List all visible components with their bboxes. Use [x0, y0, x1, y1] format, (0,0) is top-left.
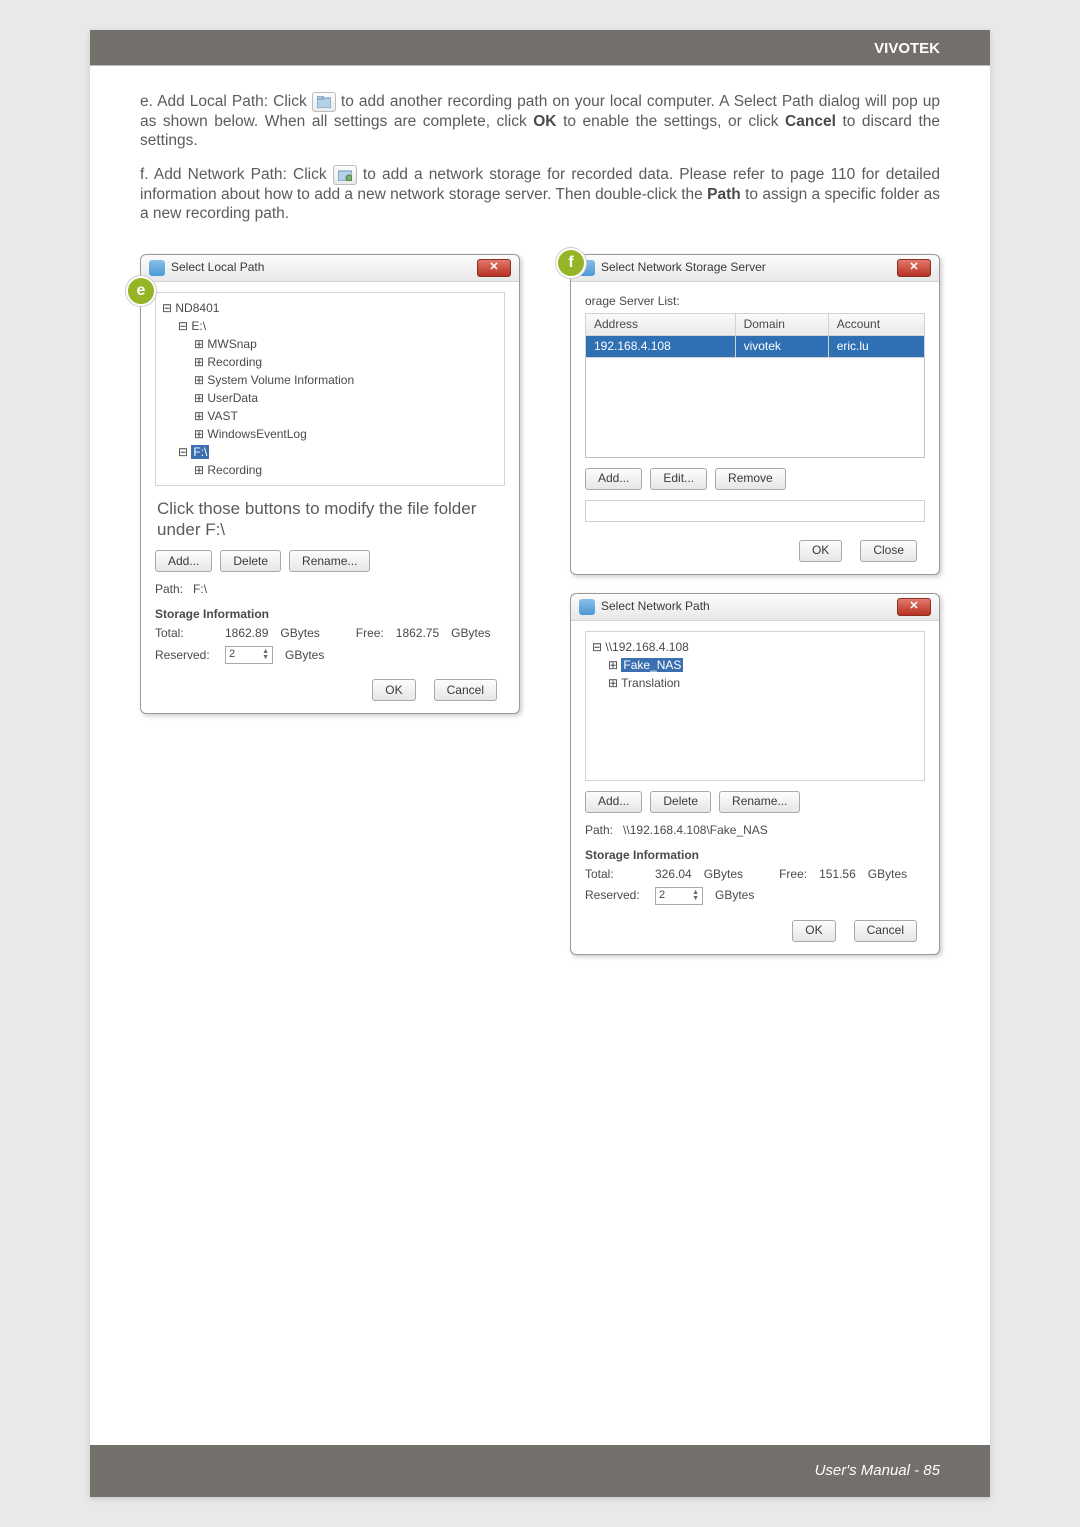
reserved-value: 2 [229, 648, 235, 662]
storage-info-title: Storage Information [155, 607, 505, 622]
dialog-title: Select Local Path [171, 260, 264, 275]
callout-e: e [126, 276, 156, 306]
rename-button[interactable]: Rename... [289, 550, 370, 572]
stepper-arrows-icon[interactable]: ▲▼ [692, 890, 699, 902]
dialog-title: Select Network Path [601, 599, 710, 614]
server-list-label: orage Server List: [585, 292, 925, 313]
reserved-label: Reserved: [585, 888, 643, 903]
ok-button[interactable]: OK [372, 679, 415, 701]
close-icon[interactable]: ✕ [477, 259, 511, 277]
app-icon [149, 260, 165, 276]
close-icon[interactable]: ✕ [897, 259, 931, 277]
tree-node[interactable]: E:\ [191, 319, 206, 333]
folder-tree[interactable]: ⊟ ND8401 ⊟ E:\ ⊞ MWSnap ⊞ Recording ⊞ Sy… [155, 292, 505, 486]
reserved-stepper[interactable]: 2 ▲▼ [225, 646, 273, 664]
unit: GBytes [285, 648, 324, 663]
add-button[interactable]: Add... [155, 550, 212, 572]
unit: GBytes [868, 867, 907, 882]
header-bar: VIVOTEK [90, 30, 990, 66]
add-button[interactable]: Add... [585, 468, 642, 490]
dialog-title: Select Network Storage Server [601, 260, 766, 275]
remove-button[interactable]: Remove [715, 468, 786, 490]
unit: GBytes [715, 888, 754, 903]
path-label: Path: [585, 823, 613, 837]
path-value: F:\ [193, 582, 207, 596]
paragraph-e: e. Add Local Path: Click to add another … [140, 92, 940, 151]
text-ok: OK [533, 113, 556, 130]
ok-button[interactable]: OK [792, 920, 835, 942]
unit: GBytes [704, 867, 743, 882]
reserved-stepper[interactable]: 2 ▲▼ [655, 887, 703, 905]
folder-tree[interactable]: ⊟ \\192.168.4.108 ⊞ Fake_NAS ⊞ Translati… [585, 631, 925, 781]
total-label: Total: [155, 626, 213, 641]
folder-network-icon [333, 165, 357, 185]
add-button[interactable]: Add... [585, 791, 642, 813]
tree-node-selected[interactable]: Fake_NAS [621, 658, 683, 672]
dialog-select-local-path: Select Local Path ✕ ⊟ ND8401 ⊟ E:\ ⊞ MWS… [140, 254, 520, 715]
path-label: Path: [155, 582, 183, 596]
text-path: Path [707, 186, 741, 203]
free-label: Free: [779, 867, 807, 882]
storage-info-title: Storage Information [585, 848, 925, 863]
tree-node[interactable]: Recording [207, 355, 262, 369]
delete-button[interactable]: Delete [220, 550, 281, 572]
cancel-button[interactable]: Cancel [434, 679, 497, 701]
path-value: \\192.168.4.108\Fake_NAS [623, 823, 768, 837]
cancel-button[interactable]: Cancel [854, 920, 917, 942]
tree-node[interactable]: MWSnap [207, 337, 256, 351]
rename-button[interactable]: Rename... [719, 791, 800, 813]
tree-node[interactable]: Translation [621, 676, 680, 690]
server-table[interactable]: Address Domain Account 192.168.4.108 viv… [585, 313, 925, 358]
free-value: 151.56 [819, 867, 856, 882]
text: f. Add Network Path: Click [140, 166, 333, 183]
col-account[interactable]: Account [828, 313, 924, 335]
stepper-arrows-icon[interactable]: ▲▼ [262, 649, 269, 661]
cell-account: eric.lu [828, 335, 924, 357]
total-label: Total: [585, 867, 643, 882]
path-input[interactable] [585, 500, 925, 522]
close-button[interactable]: Close [860, 540, 917, 562]
free-value: 1862.75 [396, 626, 439, 641]
table-row[interactable]: 192.168.4.108 vivotek eric.lu [586, 335, 925, 357]
text-cancel: Cancel [785, 113, 836, 130]
paragraph-f: f. Add Network Path: Click to add a netw… [140, 165, 940, 224]
total-value: 326.04 [655, 867, 692, 882]
delete-button[interactable]: Delete [650, 791, 711, 813]
server-table-empty-area [585, 358, 925, 458]
dialog-select-network-storage-server: Select Network Storage Server ✕ orage Se… [570, 254, 940, 575]
tree-node-selected[interactable]: F:\ [191, 445, 209, 459]
annotation-caption: Click those buttons to modify the file f… [157, 498, 505, 541]
brand-label: VIVOTEK [874, 40, 940, 57]
dialog-select-network-path: Select Network Path ✕ ⊟ \\192.168.4.108 … [570, 593, 940, 955]
callout-f: f [556, 248, 586, 278]
close-icon[interactable]: ✕ [897, 598, 931, 616]
tree-node[interactable]: UserData [207, 391, 258, 405]
tree-node[interactable]: WindowsEventLog [207, 427, 306, 441]
tree-node[interactable]: System Volume Information [207, 373, 354, 387]
reserved-label: Reserved: [155, 648, 213, 663]
tree-node[interactable]: ND8401 [175, 301, 219, 315]
tree-node[interactable]: \\192.168.4.108 [605, 640, 688, 654]
total-value: 1862.89 [225, 626, 268, 641]
unit: GBytes [280, 626, 319, 641]
cell-address: 192.168.4.108 [586, 335, 736, 357]
page-footer: User's Manual - 85 [815, 1462, 940, 1479]
col-domain[interactable]: Domain [735, 313, 828, 335]
ok-button[interactable]: OK [799, 540, 842, 562]
free-label: Free: [356, 626, 384, 641]
footer-text: User's Manual - 85 [815, 1462, 940, 1479]
edit-button[interactable]: Edit... [650, 468, 707, 490]
tree-node[interactable]: VAST [207, 409, 237, 423]
cell-domain: vivotek [735, 335, 828, 357]
col-address[interactable]: Address [586, 313, 736, 335]
text: e. Add Local Path: Click [140, 93, 312, 110]
tree-node[interactable]: Recording [207, 463, 262, 477]
reserved-value: 2 [659, 889, 665, 903]
folder-local-icon [312, 92, 336, 112]
app-icon [579, 599, 595, 615]
text: to enable the settings, or click [563, 113, 785, 130]
unit: GBytes [451, 626, 490, 641]
